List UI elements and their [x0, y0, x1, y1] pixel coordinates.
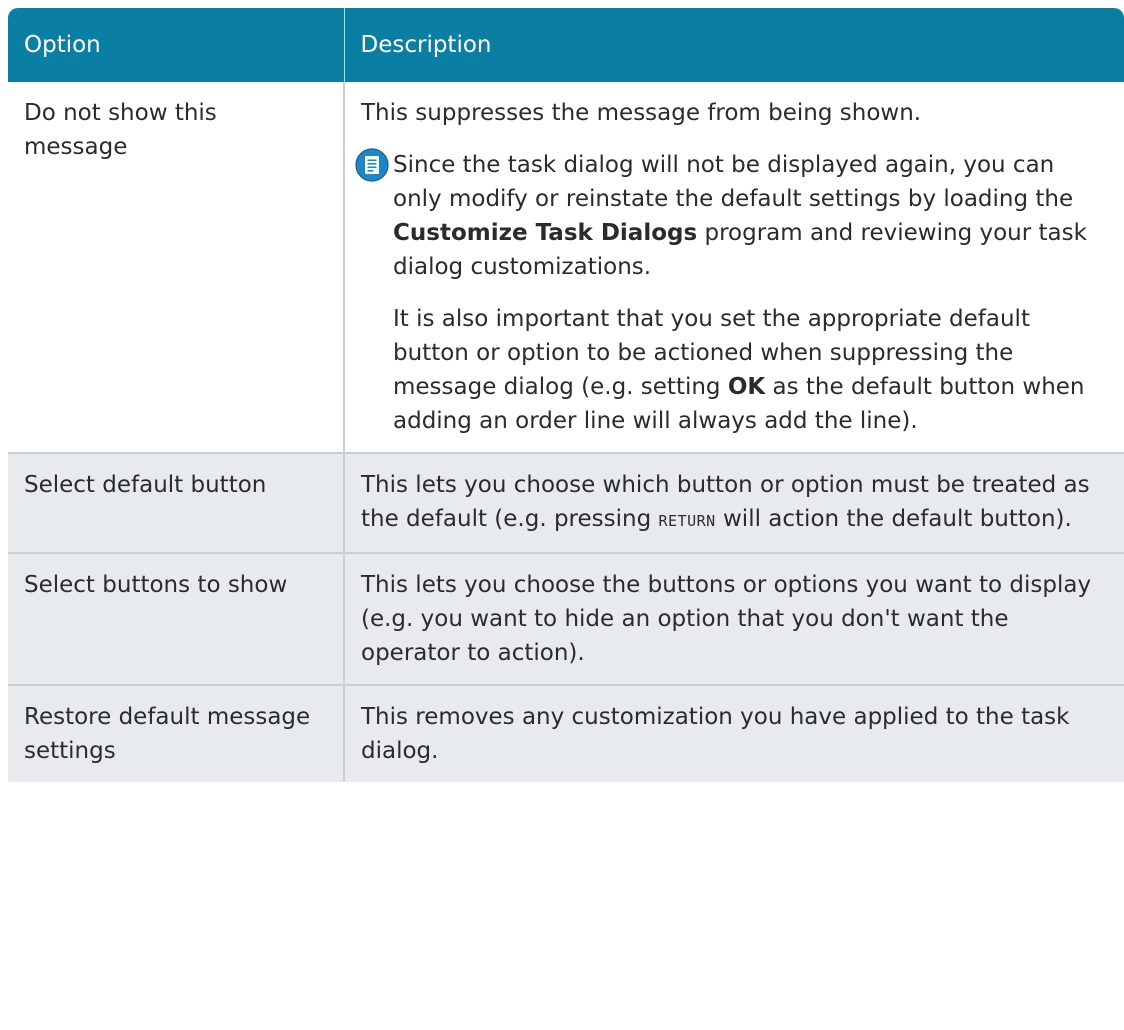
table-row: Select default button This lets you choo…	[8, 453, 1124, 554]
column-header-description: Description	[343, 8, 1124, 82]
description-cell: This lets you choose the buttons or opti…	[343, 553, 1124, 686]
button-name: OK	[727, 374, 766, 400]
option-label: Select buttons to show	[24, 572, 288, 598]
option-cell: Restore default message settings	[8, 685, 344, 782]
table-header-row: Option Description	[8, 8, 1124, 82]
description-text: This removes any customization you have …	[361, 704, 1070, 764]
description-cell: This removes any customization you have …	[343, 685, 1124, 782]
key-name: RETURN	[658, 512, 716, 530]
description-text: This lets you choose which button or opt…	[361, 472, 1090, 532]
column-header-option: Option	[8, 8, 344, 82]
option-cell: Select default button	[8, 453, 344, 554]
option-label: Do not show this message	[24, 100, 217, 160]
table-row: Restore default message settings This re…	[8, 685, 1124, 782]
option-label: Select default button	[24, 472, 267, 498]
note-document-icon	[355, 148, 389, 182]
description-cell: This suppresses the message from being s…	[343, 82, 1124, 454]
description-text: This lets you choose the buttons or opti…	[361, 572, 1092, 666]
options-table: Option Description Do not show this mess…	[8, 8, 1124, 782]
description-text: This suppresses the message from being s…	[361, 100, 922, 126]
program-name: Customize Task Dialogs	[393, 220, 698, 246]
table-row: Do not show this message This suppresses…	[8, 82, 1124, 454]
option-cell: Select buttons to show	[8, 553, 344, 686]
description-cell: This lets you choose which button or opt…	[343, 453, 1124, 554]
note-callout: Since the task dialog will not be displa…	[355, 148, 1108, 438]
option-cell: Do not show this message	[8, 82, 344, 454]
option-label: Restore default message settings	[24, 704, 311, 764]
note-paragraph: Since the task dialog will not be displa…	[393, 152, 1087, 280]
note-paragraph: It is also important that you set the ap…	[393, 306, 1085, 434]
table-row: Select buttons to show This lets you cho…	[8, 553, 1124, 686]
